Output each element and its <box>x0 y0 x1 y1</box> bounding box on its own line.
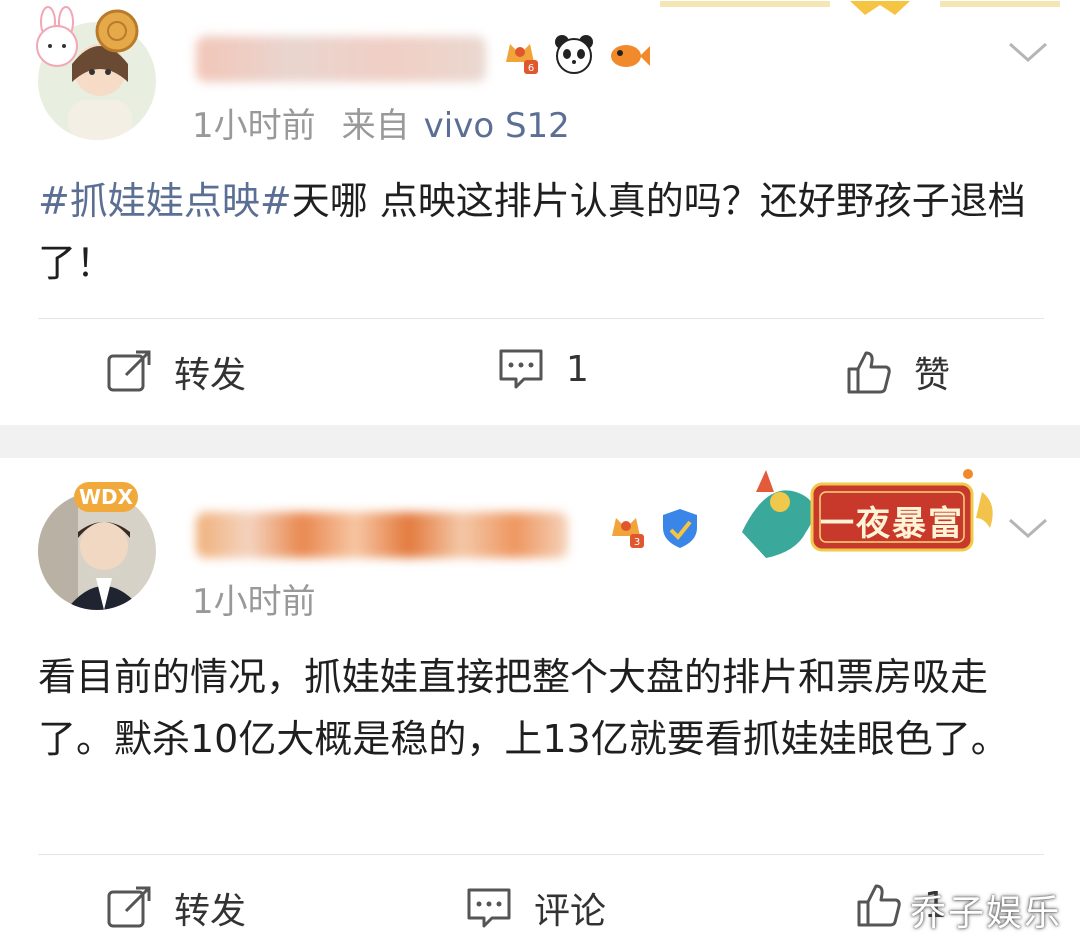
comment-count: 1 <box>566 348 589 390</box>
avatar-tag: WDX <box>74 482 138 512</box>
post-body: 看目前的情况，抓娃娃直接把整个大盘的排片和票房吸走了。默杀10亿大概是稳的，上1… <box>38 655 1009 761</box>
hashtag-link[interactable]: #抓娃娃点映# <box>38 179 292 223</box>
thumbs-up-icon <box>857 884 901 927</box>
post-text: #抓娃娃点映#天哪 点映这排片认真的吗？还好野孩子退档了！ <box>38 170 1038 294</box>
thumbs-up-icon <box>847 351 891 394</box>
vip-crown-badge-icon[interactable]: 6 <box>498 32 542 76</box>
post-time: 1小时前 <box>192 582 316 622</box>
mooncake-sticker-icon <box>94 8 140 58</box>
chevron-down-icon[interactable] <box>1006 40 1050 70</box>
repost-label: 转发 <box>174 891 247 932</box>
vip-crown-badge-icon[interactable]: 3 <box>604 506 648 550</box>
comment-icon <box>467 888 511 928</box>
comment-button[interactable]: 评论 <box>466 882 606 934</box>
repost-icon <box>107 350 151 392</box>
like-label: 赞 <box>914 355 951 396</box>
header-ornament <box>640 0 1080 15</box>
divider <box>38 318 1044 319</box>
lucky-banner[interactable]: 一夜暴富 <box>736 462 1006 566</box>
post-meta: 1小时前 来自 vivo S12 <box>192 98 570 147</box>
comment-button[interactable]: 1 <box>498 346 589 392</box>
repost-button[interactable]: 转发 <box>106 346 246 398</box>
badge-row: 6 <box>498 32 650 76</box>
divider <box>38 854 1044 855</box>
badge-row: 3 <box>604 506 702 550</box>
repost-label: 转发 <box>174 355 247 396</box>
device-link[interactable]: vivo S12 <box>424 106 570 146</box>
post-card: WDX 3 一夜暴富 1小时前 看目前的情况，抓娃娃直接把整个大盘的排片和票房吸… <box>0 458 1080 944</box>
goldfish-badge-icon[interactable] <box>606 32 650 76</box>
bunny-sticker-icon <box>28 6 88 74</box>
avatar-tag-text: WDX <box>78 485 134 509</box>
post-text: 看目前的情况，抓娃娃直接把整个大盘的排片和票房吸走了。默杀10亿大概是稳的，上1… <box>38 646 1038 770</box>
verified-shield-icon[interactable] <box>658 506 702 550</box>
post-card: 6 1小时前 来自 vivo S12 #抓娃娃点映#天哪 点映这排片认真的吗？还好野… <box>0 0 1080 425</box>
svg-text:6: 6 <box>528 63 534 74</box>
chevron-down-icon[interactable] <box>1006 516 1050 546</box>
post-time: 1小时前 <box>192 106 316 146</box>
comment-icon <box>499 349 543 389</box>
feed-gap <box>0 425 1080 458</box>
svg-text:3: 3 <box>634 537 640 548</box>
watermark: 乔子娱乐 <box>909 893 1062 934</box>
panda-badge-icon[interactable] <box>552 32 596 76</box>
repost-icon <box>107 886 151 928</box>
banner-text: 一夜暴富 <box>820 504 964 544</box>
username-redacted[interactable] <box>196 36 486 82</box>
comment-label: 评论 <box>534 891 607 932</box>
like-button[interactable]: 赞 <box>846 346 950 398</box>
repost-button[interactable]: 转发 <box>106 882 246 934</box>
username-redacted[interactable] <box>196 512 568 558</box>
post-meta: 1小时前 <box>192 574 316 623</box>
source-label: 来自 <box>341 106 410 146</box>
